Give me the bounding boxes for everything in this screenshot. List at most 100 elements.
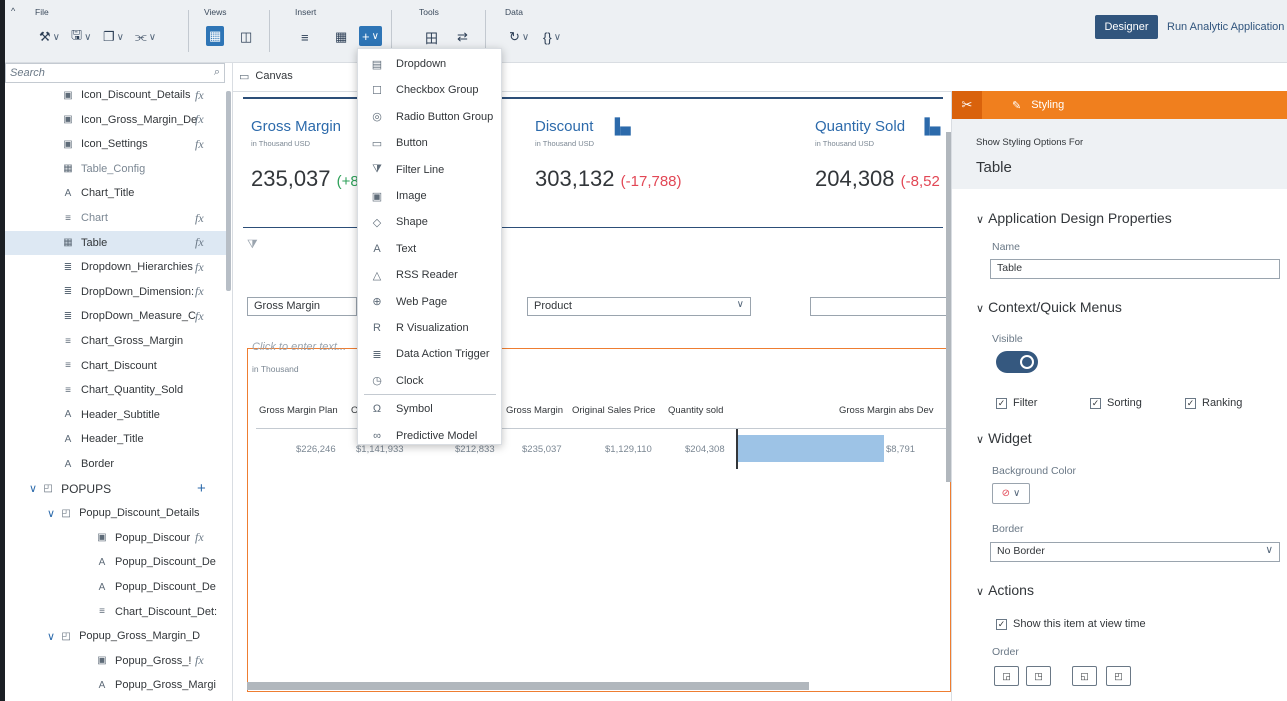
dropdown-measure[interactable]: Gross Margin [247,297,357,316]
outline-item[interactable]: ≣ Dropdown_Hierarchies fx [5,255,227,279]
table-header[interactable]: Gross Margin abs Dev [839,405,934,416]
table-header[interactable]: Gross Margin [506,405,563,416]
run-analytic-application-link[interactable]: Run Analytic Application [1167,15,1284,39]
panel-view-button[interactable]: ◫ [240,26,252,48]
scissors-icon[interactable]: ✂ [952,91,982,119]
insert-table-button[interactable]: ▦ [335,26,347,48]
bring-forward-button[interactable]: ◳ [1026,666,1051,686]
bar-chart-icon[interactable]: ▐▄ [919,118,940,135]
outline-item[interactable]: A Popup_Discount_De [5,575,227,599]
sorting-checkbox[interactable]: ✓ Sorting [1090,397,1142,409]
menu-item-dropdown[interactable]: ▤ Dropdown [358,51,501,77]
ranking-checkbox[interactable]: ✓ Ranking [1185,397,1242,409]
table-cell[interactable]: $8,791 [886,444,915,455]
horizontal-scrollbar[interactable] [247,682,809,690]
outline-item[interactable]: ≡ Chart_Gross_Margin [5,329,227,353]
menu-item-button[interactable]: ▭ Button [358,130,501,156]
search-input[interactable]: Search ⌕ [5,63,225,83]
chevron-down-icon[interactable]: ∨ [29,482,37,495]
outline-item[interactable]: ≡ Chart fx [5,206,227,230]
kpi-quantity-sold[interactable]: Quantity Sold ▐▄ in Thousand USD 204,308… [815,118,941,192]
script-fx-icon[interactable]: fx [195,112,204,127]
script-fx-icon[interactable]: fx [195,530,204,545]
outline-item[interactable]: A Border [5,452,227,476]
section-widget[interactable]: ∨ Widget [976,430,1032,446]
background-color-picker[interactable]: ⊘ ∨ [992,483,1030,504]
outline-item[interactable]: ▣ Icon_Settings fx [5,132,227,156]
dropdown-hierarchy[interactable] [810,297,950,316]
menu-item-web-page[interactable]: ⊕ Web Page [358,289,501,315]
kpi-gross-margin[interactable]: Gross Margin in Thousand USD 235,037 (+8 [251,118,359,192]
menu-item-image[interactable]: ▣ Image [358,183,501,209]
outline-item[interactable]: ∨ ◰ Popup_Gross_Margin_D [5,624,227,648]
visible-toggle[interactable] [996,351,1038,373]
border-select[interactable]: No Border ∨ [990,542,1280,562]
script-fx-icon[interactable]: fx [195,653,204,668]
outline-item[interactable]: ▣ Popup_Discour fx [5,526,227,550]
outline-item[interactable]: ≣ DropDown_Dimension: fx [5,280,227,304]
compare-button[interactable]: ⇄ [457,26,468,48]
outline-scrollbar[interactable] [226,91,231,291]
script-fx-icon[interactable]: fx [195,211,204,226]
menu-item-shape[interactable]: ◇ Shape [358,209,501,235]
chevron-down-icon[interactable]: ∨ [47,630,55,643]
outline-item[interactable]: A Popup_Gross_Margi [5,673,227,697]
table-cell[interactable]: $235,037 [522,444,562,455]
name-field[interactable]: Table [990,259,1280,279]
tab-canvas[interactable]: ▭ Canvas [233,63,361,91]
script-fx-icon[interactable]: fx [195,88,204,103]
table-cell[interactable]: $226,246 [296,444,336,455]
tab-styling[interactable]: ✎ Styling [1012,91,1064,119]
insert-chart-button[interactable]: ≡ [301,26,309,48]
outline-item[interactable]: ∨ ◰ POPUPS + [5,477,227,501]
tools-button[interactable]: ⽥ [425,26,438,48]
refresh-button[interactable]: ↻ ∨ [509,26,529,48]
script-fx-icon[interactable]: fx [195,235,204,250]
menu-item-predictive-model[interactable]: ∞ Predictive Model [358,423,501,449]
menu-item-data-action-trigger[interactable]: ≣ Data Action Trigger [358,341,501,367]
menu-item-text[interactable]: A Text [358,236,501,262]
script-fx-icon[interactable]: fx [195,260,204,275]
outline-item[interactable]: ≡ Chart_Quantity_Sold [5,378,227,402]
designer-button[interactable]: Designer [1095,15,1158,39]
outline-item[interactable]: A Chart_Title [5,181,227,205]
outline-view-button[interactable]: ▦ [206,26,225,46]
menu-item-r-visualization[interactable]: R R Visualization [358,315,501,341]
menu-item-clock[interactable]: ◷ Clock [358,368,501,394]
outline-item[interactable]: ▦ Table fx [5,230,227,255]
show-at-view-time-checkbox[interactable]: ✓ Show this item at view time [996,618,1146,630]
outline-item[interactable]: A Header_Title [5,427,227,451]
add-popup-button[interactable]: + [197,480,206,497]
outline-item[interactable]: ≣ DropDown_Measure_C fx [5,304,227,328]
section-context-menus[interactable]: ∨ Context/Quick Menus [976,299,1122,315]
chevron-down-icon[interactable]: ∨ [47,507,55,520]
filter-line-icon[interactable]: ⧩ [247,237,258,252]
copy-button[interactable]: ❐ ∨ [103,26,124,48]
outline-item[interactable]: ≡ Chart_Discount_Det: [5,600,227,624]
outline-item[interactable]: ▣ Icon_Discount_Details fx [5,83,227,107]
menu-item-symbol[interactable]: Ω Symbol [358,396,501,422]
menu-item-checkbox-group[interactable]: ☐ Checkbox Group [358,77,501,103]
collapse-icon[interactable]: ^ [11,6,15,16]
outline-item[interactable]: ▣ Popup_Gross_! fx [5,649,227,673]
script-fx-icon[interactable]: fx [195,309,204,324]
outline-item[interactable]: A Popup_Discount_De [5,550,227,574]
share-button[interactable]: ⫘ ∨ [135,26,156,48]
section-actions[interactable]: ∨ Actions [976,582,1034,598]
edit-tool-button[interactable]: ⚒ ∨ [39,26,60,48]
selected-table-frame[interactable]: Click to enter text... in Thousand Gross… [247,341,951,692]
outline-item[interactable]: ▦ Table_Config [5,157,227,181]
script-fx-icon[interactable]: fx [195,284,204,299]
filter-checkbox[interactable]: ✓ Filter [996,397,1037,409]
outline-item[interactable]: ∨ ◰ Popup_Discount_Details [5,501,227,525]
send-backward-button[interactable]: ◱ [1072,666,1097,686]
dropdown-dimension[interactable]: Product ∨ [527,297,751,316]
outline-item[interactable]: ≡ Chart_Discount [5,354,227,378]
table-header[interactable]: Gross Margin Plan [259,405,338,416]
save-button[interactable]: 🖫 ∨ [71,26,91,48]
table-cell[interactable]: $1,129,110 [605,444,652,455]
outline-item[interactable]: A Header_Subtitle [5,403,227,427]
script-fx-icon[interactable]: fx [195,137,204,152]
table-cell[interactable]: $204,308 [685,444,725,455]
menu-item-rss-reader[interactable]: △ RSS Reader [358,262,501,288]
